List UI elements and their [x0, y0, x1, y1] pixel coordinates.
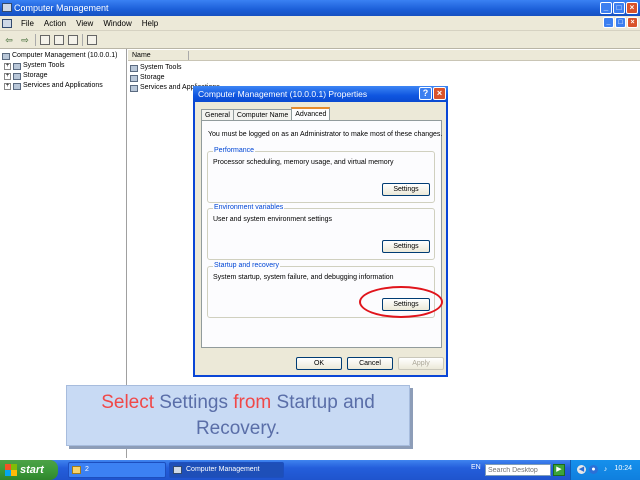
computer-management-icon — [173, 466, 182, 474]
network-icon[interactable]: ◀ — [577, 465, 586, 474]
start-button[interactable]: start — [0, 460, 58, 480]
list-item-label: Storage — [140, 74, 165, 81]
apply-button[interactable]: Apply — [398, 357, 444, 370]
close-button[interactable]: × — [626, 2, 638, 14]
start-label: start — [20, 464, 44, 476]
tree-root[interactable]: Computer Management (10.0.0.1) — [2, 51, 117, 61]
main-window-title-bar[interactable]: Computer Management _ □ × — [0, 0, 640, 16]
performance-group: Performance Processor scheduling, memory… — [207, 147, 435, 203]
expand-icon[interactable]: + — [4, 62, 11, 70]
group-title: Performance — [213, 147, 256, 154]
menu-bar: File Action View Window Help _ □ × — [0, 16, 640, 31]
computer-icon — [2, 52, 10, 60]
folder-icon — [72, 466, 81, 474]
list-item-label: System Tools — [140, 64, 182, 71]
export-list-icon[interactable] — [68, 34, 78, 45]
clock[interactable]: 10:24 — [614, 465, 632, 472]
list-item[interactable]: System Tools — [130, 63, 182, 73]
storage-icon — [130, 74, 138, 82]
mdi-restore-button[interactable]: □ — [615, 17, 626, 28]
list-item[interactable]: Storage — [130, 73, 165, 83]
taskbar: start 2 Computer Management EN ▶ ◀ ● ♪ 1… — [0, 460, 640, 480]
expand-icon[interactable]: + — [4, 72, 11, 80]
tree-item-label: System Tools — [23, 62, 65, 69]
back-arrow-icon[interactable]: ⇦ — [3, 34, 15, 46]
dialog-help-button[interactable]: ? — [419, 87, 432, 100]
column-header-label: Name — [132, 52, 151, 59]
toolbar: ⇦ ⇨ — [0, 31, 640, 49]
mdi-window-icon[interactable] — [2, 18, 12, 28]
dialog-tabs: General Computer Name Advanced — [201, 107, 331, 120]
properties-icon[interactable] — [54, 34, 64, 45]
maximize-button[interactable]: □ — [613, 2, 625, 14]
desktop-search-input[interactable] — [485, 464, 551, 476]
menu-file[interactable]: File — [16, 19, 39, 28]
tab-computer-name[interactable]: Computer Name — [232, 109, 293, 120]
search-go-icon[interactable]: ▶ — [553, 464, 565, 476]
minimize-button[interactable]: _ — [600, 2, 612, 14]
services-icon — [13, 82, 21, 90]
expand-icon[interactable]: + — [4, 82, 11, 90]
services-icon — [130, 84, 138, 92]
tab-advanced[interactable]: Advanced — [291, 107, 331, 120]
caption-word: Settings — [154, 392, 228, 413]
task-label: Computer Management — [186, 466, 260, 473]
menu-view[interactable]: View — [71, 19, 98, 28]
windows-logo-icon — [5, 464, 17, 476]
caption-word: Select — [101, 392, 155, 413]
taskbar-computer-management[interactable]: Computer Management — [169, 462, 284, 478]
properties-dialog: Computer Management (10.0.0.1) Propertie… — [193, 86, 448, 377]
caption-word: Startup and — [271, 392, 375, 413]
dialog-close-button[interactable]: × — [433, 87, 446, 100]
mdi-minimize-button[interactable]: _ — [603, 17, 614, 28]
tree-item-label: Services and Applications — [23, 82, 103, 89]
toolbar-separator — [35, 33, 36, 46]
admin-note: You must be logged on as an Administrato… — [208, 131, 443, 138]
ok-button[interactable]: OK — [296, 357, 342, 370]
forward-arrow-icon[interactable]: ⇨ — [19, 34, 31, 46]
tree-item-services[interactable]: + Services and Applications — [4, 81, 103, 91]
group-description: Processor scheduling, memory usage, and … — [213, 159, 394, 166]
menu-action[interactable]: Action — [39, 19, 71, 28]
main-window-title: Computer Management — [14, 3, 109, 13]
cancel-button[interactable]: Cancel — [347, 357, 393, 370]
system-tray: ◀ ● ♪ 10:24 — [570, 460, 640, 480]
performance-settings-button[interactable]: Settings — [382, 183, 430, 196]
language-indicator[interactable]: EN — [471, 464, 481, 471]
dialog-title: Computer Management (10.0.0.1) Propertie… — [198, 89, 368, 99]
caption-word: from — [227, 392, 272, 413]
column-separator[interactable] — [188, 51, 189, 60]
show-hide-tree-icon[interactable] — [40, 34, 50, 45]
volume-icon[interactable]: ♪ — [601, 465, 610, 474]
group-title: Startup and recovery — [213, 262, 280, 269]
group-description: System startup, system failure, and debu… — [213, 274, 394, 281]
tree-item-system-tools[interactable]: + System Tools — [4, 61, 65, 71]
tools-icon — [130, 64, 138, 72]
tree-item-storage[interactable]: + Storage — [4, 71, 48, 81]
environment-settings-button[interactable]: Settings — [382, 240, 430, 253]
instruction-caption: Select Settings from Startup and Recover… — [66, 385, 410, 446]
help-icon[interactable] — [87, 34, 97, 45]
tab-general[interactable]: General — [201, 109, 234, 120]
group-title: Environment variables — [213, 204, 285, 211]
tree-item-label: Storage — [23, 72, 48, 79]
toolbar-separator — [82, 33, 83, 46]
environment-variables-group: Environment variables User and system en… — [207, 204, 435, 260]
tree-root-label: Computer Management (10.0.0.1) — [12, 52, 118, 59]
taskbar-folder-group[interactable]: 2 — [68, 462, 166, 478]
computer-management-icon — [2, 3, 12, 12]
group-description: User and system environment settings — [213, 216, 333, 223]
dialog-title-bar[interactable]: Computer Management (10.0.0.1) Propertie… — [193, 86, 448, 102]
caption-line-2: Recovery. — [195, 418, 281, 439]
security-icon[interactable]: ● — [589, 465, 598, 474]
storage-icon — [13, 72, 21, 80]
menu-help[interactable]: Help — [137, 19, 163, 28]
menu-window[interactable]: Window — [98, 19, 136, 28]
column-header-name[interactable]: Name — [128, 50, 640, 61]
mdi-close-button[interactable]: × — [627, 17, 638, 28]
highlight-ring — [359, 286, 443, 318]
tools-icon — [13, 62, 21, 70]
task-label: 2 — [85, 466, 89, 473]
